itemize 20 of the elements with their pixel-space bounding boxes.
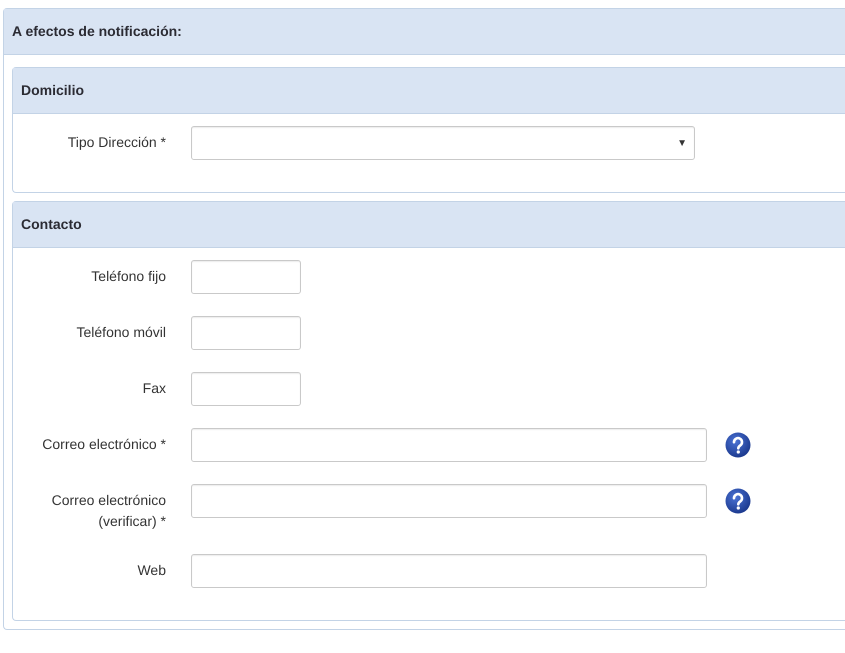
help-icon[interactable]	[725, 488, 751, 514]
input-field[interactable]	[191, 428, 707, 462]
input-field[interactable]	[191, 316, 301, 350]
panel-title: A efectos de notificación:	[12, 22, 182, 41]
input-field[interactable]	[191, 260, 301, 294]
field-label: Fax	[142, 379, 167, 398]
section-title: Domicilio	[21, 81, 84, 100]
field-label: Teléfono móvil	[76, 323, 167, 342]
help-icon[interactable]	[725, 432, 751, 458]
field-label: Web	[136, 561, 167, 580]
input-field[interactable]	[191, 554, 707, 588]
field-label: Teléfono fijo	[90, 267, 167, 286]
field-label: Correo electrónico *	[41, 435, 167, 454]
section-title: Contacto	[21, 215, 82, 234]
caret-icon: ▼	[677, 136, 687, 150]
field-label: Correo electrónico (verificar) *	[50, 491, 167, 531]
input-field[interactable]	[191, 484, 707, 518]
field-label: Tipo Dirección *	[66, 133, 167, 152]
select-field[interactable]: ▼	[191, 126, 695, 160]
input-field[interactable]	[191, 372, 301, 406]
